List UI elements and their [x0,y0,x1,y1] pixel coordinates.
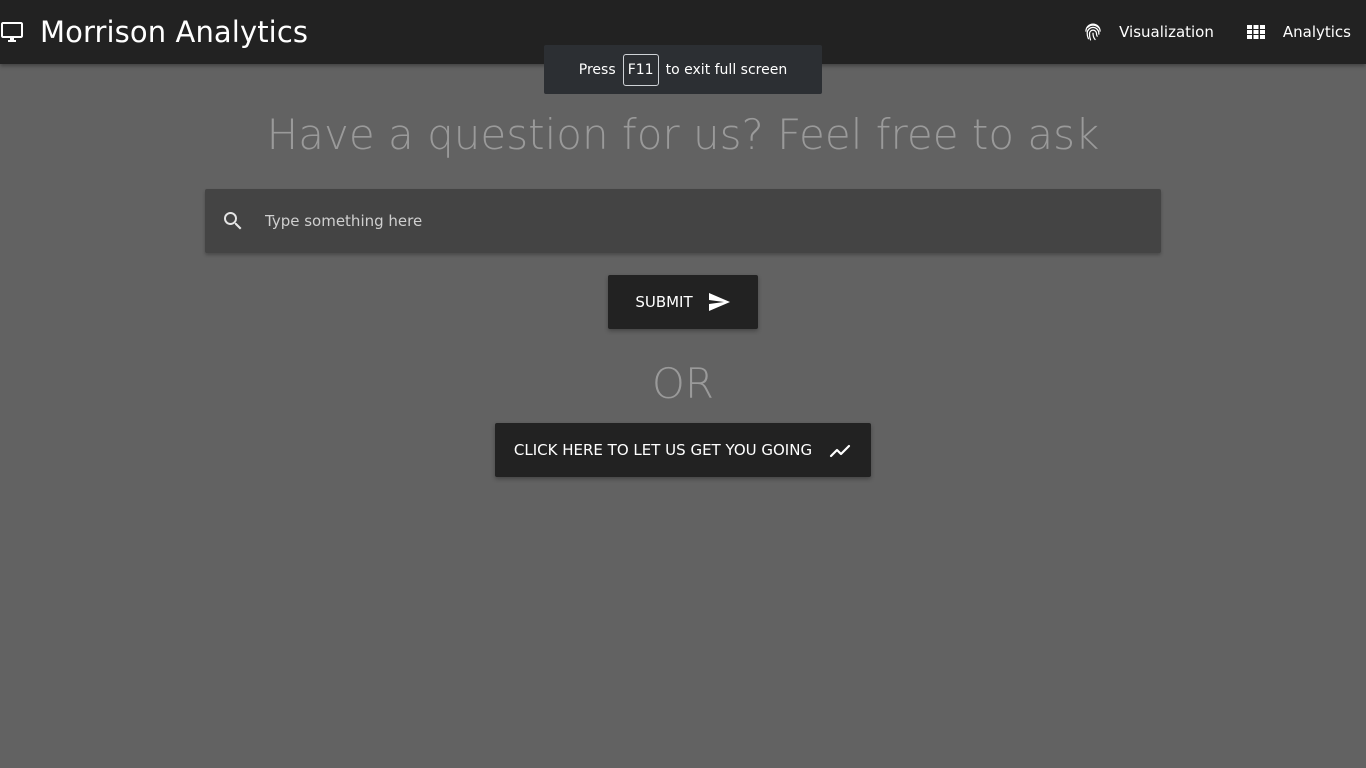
desktop-monitor-icon [1,22,23,42]
send-icon [708,293,730,311]
brand[interactable]: Morrison Analytics [0,0,308,64]
trending-up-icon [829,444,851,458]
page-headline: Have a question for us? Feel free to ask [266,110,1100,159]
brand-title: Morrison Analytics [40,15,309,49]
fullscreen-key-badge: F11 [622,53,659,86]
fingerprint-icon [1085,23,1101,41]
search-icon [224,212,242,230]
search-input[interactable] [265,189,1145,253]
fullscreen-notice-suffix: to exit full screen [665,61,788,78]
nav-label-analytics: Analytics [1282,23,1351,41]
get-going-button-label: CLICK HERE TO LET US GET YOU GOING [513,441,813,459]
get-going-button[interactable]: CLICK HERE TO LET US GET YOU GOING [495,423,871,477]
nav-link-visualization[interactable]: Visualization [1083,0,1214,64]
grid-view-icon [1246,25,1265,39]
fullscreen-notice: Press F11 to exit full screen [544,45,822,94]
or-divider-text: OR [651,359,715,408]
fullscreen-notice-prefix: Press [578,61,616,78]
nav-links: Visualization Analytics [1083,0,1366,64]
submit-button[interactable]: SUBMIT [608,275,758,329]
search-box [205,189,1161,253]
nav-link-analytics[interactable]: Analytics [1246,0,1351,64]
submit-button-label: SUBMIT [635,293,693,311]
nav-label-visualization: Visualization [1119,23,1214,41]
